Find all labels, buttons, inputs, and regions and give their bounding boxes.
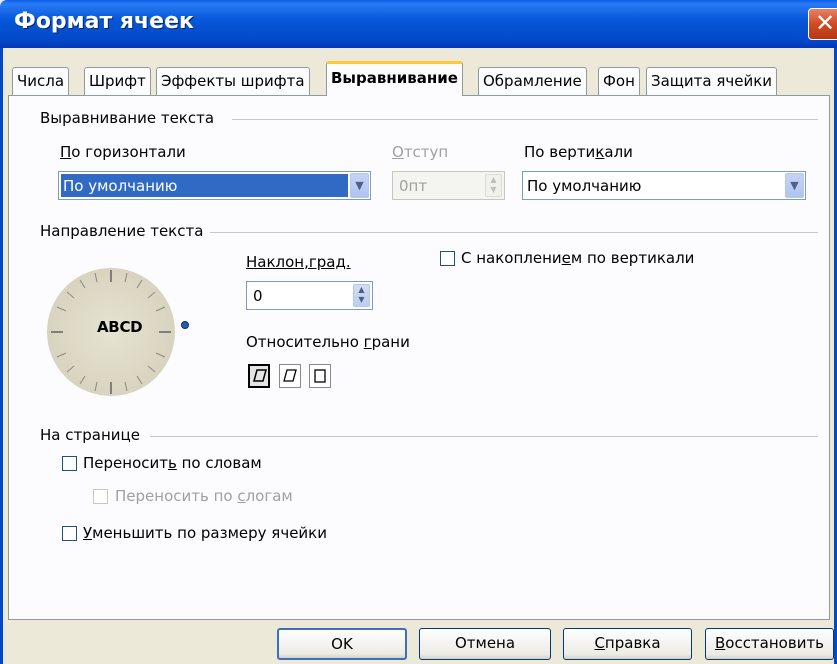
tab-borders[interactable]: Обрамление — [478, 67, 587, 95]
spinner-arrows-icon[interactable]: ▲ ▼ — [353, 284, 370, 307]
indent-value: 0пт — [399, 177, 428, 195]
reference-bottom-edge-button[interactable] — [248, 364, 270, 388]
shrink-to-fit-checkbox[interactable] — [62, 526, 77, 541]
help-button[interactable]: Справка — [563, 628, 692, 660]
angle-spinner[interactable]: 0 ▲ ▼ — [246, 281, 373, 310]
window-frame-left — [0, 48, 3, 664]
chevron-down-icon[interactable]: ▼ — [350, 173, 369, 198]
window-title: Формат ячеек — [14, 9, 194, 34]
wrap-words-checkbox[interactable] — [62, 456, 77, 471]
group-divider — [232, 119, 818, 120]
parallelogram-icon — [283, 369, 297, 382]
dial-handle[interactable] — [181, 321, 189, 329]
group-label-text-alignment: Выравнивание текста — [40, 109, 215, 127]
group-label-on-page: На странице — [40, 426, 140, 444]
stacked-vertically-label: С накоплением по вертикали — [461, 249, 695, 267]
wrap-words-label: Переносить по словам — [83, 454, 262, 472]
tab-font-effects[interactable]: Эффекты шрифта — [156, 67, 310, 95]
horizontal-label: По горизонтали — [60, 143, 186, 161]
group-label-text-direction: Направление текста — [40, 222, 204, 240]
tab-background[interactable]: Фон — [598, 67, 640, 95]
title-bar[interactable]: Формат ячеек — [0, 0, 837, 48]
angle-label: Наклон,град. — [246, 253, 351, 271]
tab-font[interactable]: Шрифт — [84, 67, 151, 95]
group-divider — [150, 436, 818, 437]
close-button[interactable]: ✕ — [808, 8, 837, 40]
chevron-down-icon[interactable]: ▼ — [785, 173, 804, 198]
cancel-button[interactable]: Отмена — [419, 628, 551, 660]
parallelogram-icon — [253, 369, 267, 382]
horizontal-align-value: По умолчанию — [61, 174, 348, 197]
vertical-label: По вертикали — [524, 143, 633, 161]
tab-alignment[interactable]: Выравнивание — [326, 61, 463, 96]
square-icon — [314, 369, 326, 383]
indent-spinner[interactable]: 0пт ▲ ▼ — [392, 171, 505, 200]
vertical-align-select[interactable]: По умолчанию ▼ — [522, 171, 806, 200]
spinner-arrows-icon[interactable]: ▲ ▼ — [485, 174, 502, 197]
vertical-align-value: По умолчанию — [527, 177, 642, 195]
ok-button[interactable]: OK — [277, 628, 407, 660]
angle-value: 0 — [253, 287, 263, 305]
group-divider — [210, 232, 818, 233]
dial-sample-text: ABCD — [97, 318, 143, 336]
tab-numbers[interactable]: Числа — [12, 67, 70, 95]
shrink-to-fit-label: Уменьшить по размеру ячейки — [83, 524, 327, 542]
hyphenation-checkbox[interactable] — [93, 489, 108, 504]
tab-cell-protection[interactable]: Защита ячейки — [646, 67, 778, 95]
hyphenation-label: Переносить по слогам — [115, 487, 293, 505]
horizontal-align-select[interactable]: По умолчанию ▼ — [58, 171, 371, 200]
indent-label: Отступ — [392, 143, 449, 161]
reference-inside-button[interactable] — [309, 364, 331, 388]
stacked-vertically-checkbox[interactable] — [440, 251, 455, 266]
reference-edge-label: Относительно грани — [246, 333, 410, 351]
reference-top-edge-button[interactable] — [279, 364, 301, 388]
reset-button[interactable]: Восстановить — [705, 628, 834, 660]
